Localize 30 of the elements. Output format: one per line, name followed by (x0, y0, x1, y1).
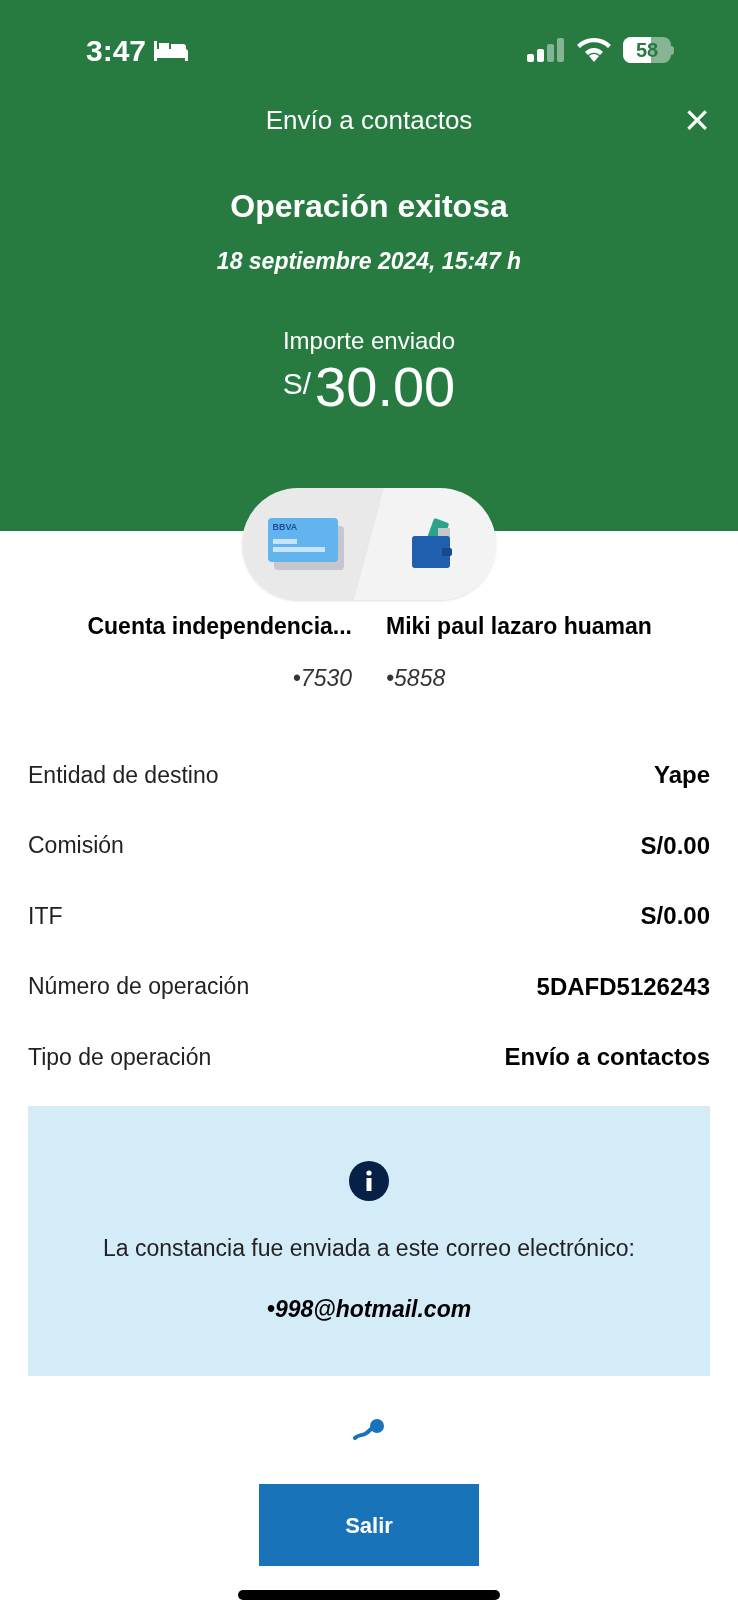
detail-value: 5DAFD5126243 (536, 971, 710, 1002)
operation-date: 18 septiembre 2024, 15:47 h (216, 247, 522, 276)
info-icon (349, 1161, 389, 1202)
account-name: Cuenta independencia... (87, 611, 352, 641)
detail-label: Tipo de operación (28, 1042, 212, 1072)
detail-label: Número de operación (28, 972, 250, 1002)
exit-button[interactable]: Salir (259, 1484, 479, 1566)
loading-icon (353, 1418, 385, 1440)
detail-value: Envío a contactos (504, 1042, 710, 1073)
signal-icon (527, 38, 565, 62)
close-button[interactable]: × (684, 98, 710, 142)
notice-email: •998@hotmail.com (266, 1294, 472, 1324)
account-number: •5858 (386, 664, 446, 694)
detail-label: Comisión (28, 831, 124, 861)
success-heading: Operación exitosa (230, 187, 508, 226)
detail-value: Yape (653, 760, 710, 791)
detail-value: S/0.00 (640, 830, 710, 861)
account-number: •7530 (292, 664, 352, 694)
currency-symbol: S/ (282, 365, 312, 402)
notice-text: La constancia fue enviada a este correo electrónico: (103, 1234, 635, 1264)
detail-label: Entidad de destino (28, 760, 219, 790)
detail-label: ITF (28, 901, 63, 931)
account-name: Miki paul lazaro huaman (386, 611, 652, 641)
amount-value: 30.00 (315, 358, 456, 415)
wifi-icon (577, 38, 611, 62)
amount-label: Importe enviado (282, 325, 456, 356)
status-time: 3:47 (86, 32, 147, 69)
detail-value: S/0.00 (640, 901, 710, 932)
bed-icon (154, 39, 189, 61)
screen-title: Envío a contactos (265, 103, 473, 137)
